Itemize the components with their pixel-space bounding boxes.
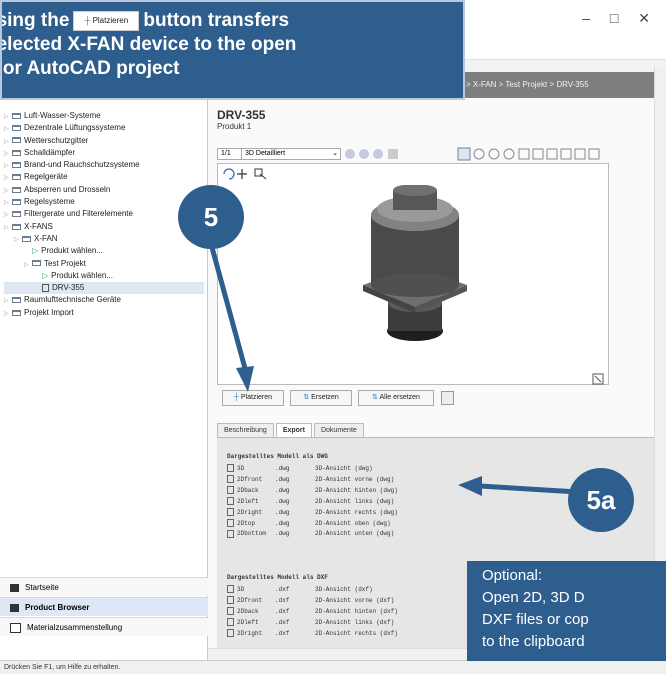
step-5a-badge: 5a: [568, 468, 634, 532]
optional-callout: Optional: Open 2D, 3D D DXF files or cop…: [467, 561, 666, 661]
step-5-badge: 5: [178, 185, 244, 249]
